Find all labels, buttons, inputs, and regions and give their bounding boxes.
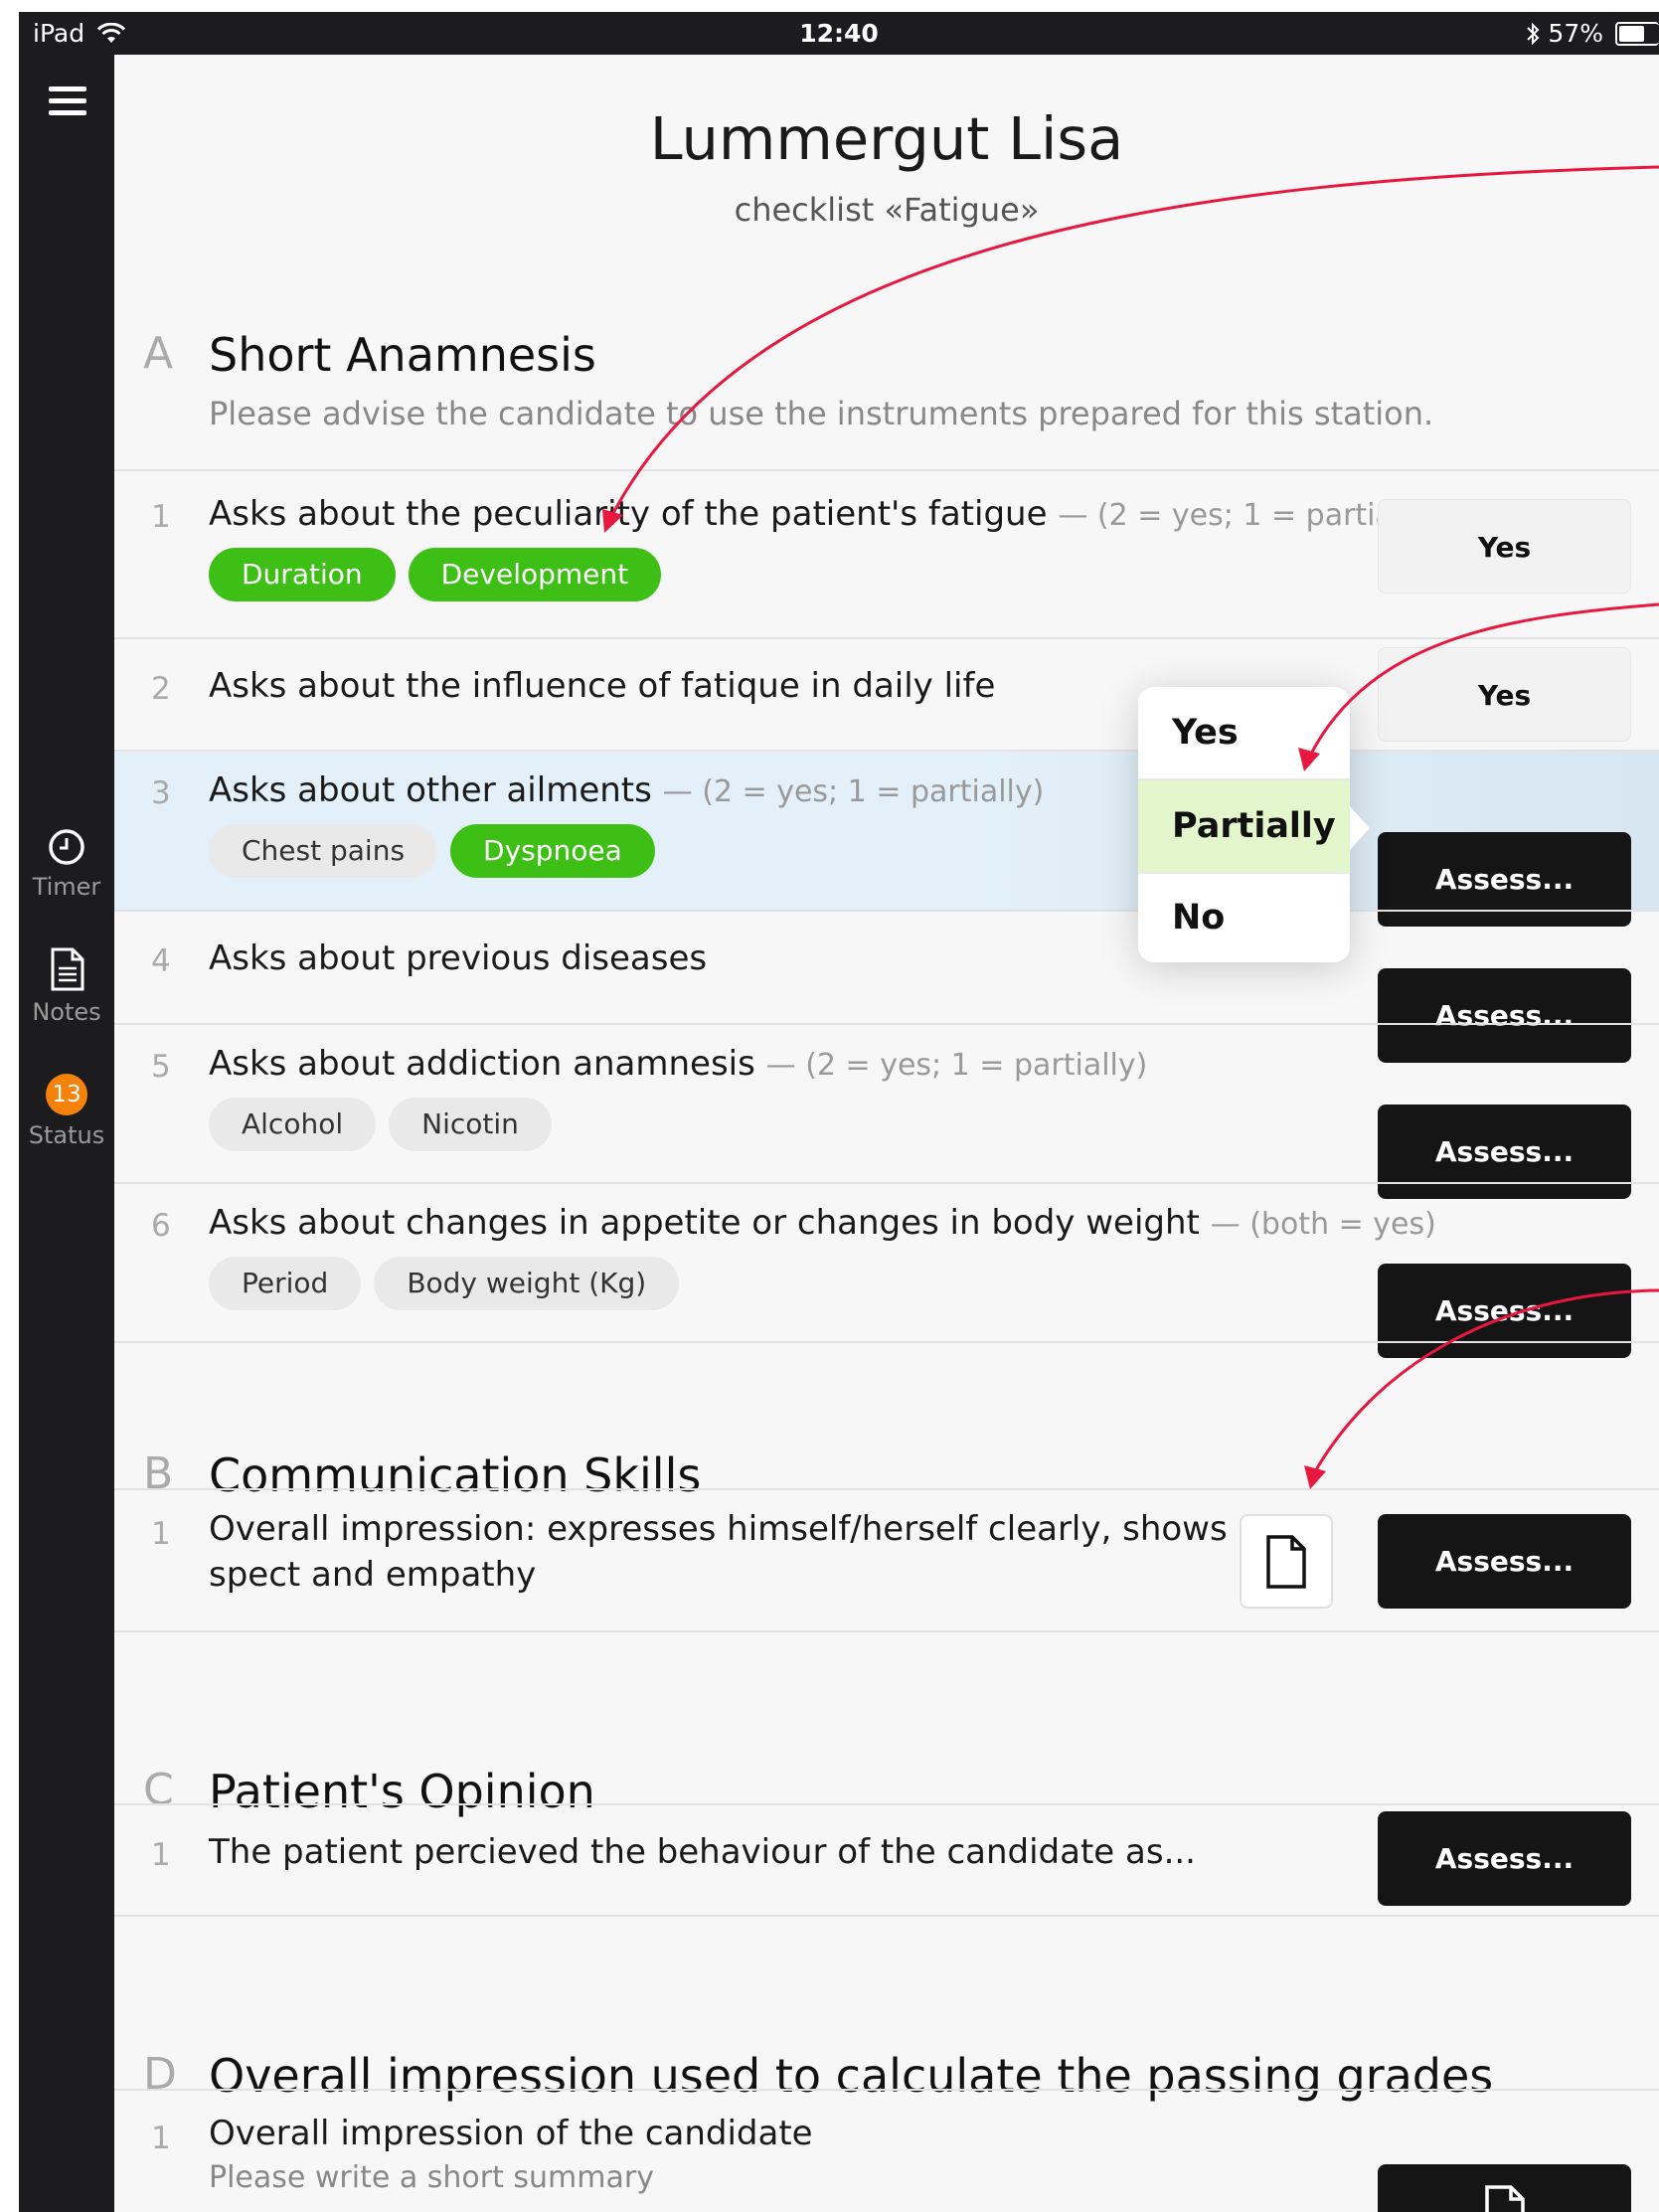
item-label: Asks about other ailments: [209, 770, 652, 810]
checklist-item: 2 Asks about the influence of fatique in…: [114, 637, 1659, 750]
assess-button[interactable]: Assess...: [1378, 1264, 1631, 1358]
sidebar-item-label: Status: [28, 1121, 105, 1149]
option-partially[interactable]: Partially: [1138, 780, 1350, 872]
chip-group: Period Body weight (Kg): [209, 1257, 680, 1310]
battery-percent: 57%: [1548, 19, 1603, 48]
item-text: The patient percieved the behaviour of t…: [209, 1832, 1196, 1872]
assess-button[interactable]: Yes: [1378, 499, 1631, 594]
item-hint: — (2 = yes; 1 = partially): [765, 1048, 1148, 1083]
divider: [114, 1630, 1659, 1632]
assess-button[interactable]: Yes: [1378, 647, 1631, 742]
item-number: 2: [151, 671, 171, 707]
sidebar: Timer Notes 13 Status: [19, 55, 114, 2212]
status-bar: iPad 12:40 57%: [19, 12, 1659, 55]
chip-nicotin[interactable]: Nicotin: [389, 1098, 552, 1151]
chip-group: Chest pains Dyspnoea: [209, 824, 655, 878]
item-text: Overall impression: expresses himself/he…: [209, 1506, 1284, 1598]
item-number: 1: [151, 1516, 171, 1552]
sidebar-item-notes[interactable]: Notes: [19, 946, 114, 1026]
item-label: Asks about addiction anamnesis: [209, 1044, 755, 1084]
item-number: 1: [151, 1837, 171, 1873]
item-number: 3: [151, 775, 171, 811]
write-summary-button[interactable]: [1378, 2164, 1631, 2212]
item-text: Asks about changes in appetite or change…: [209, 1200, 1436, 1248]
item-number: 1: [151, 499, 171, 535]
checklist-item: 1 Overall impression of the candidate Pl…: [114, 2089, 1659, 2212]
document-icon: [1484, 2184, 1525, 2212]
chip-group: Duration Development: [209, 548, 662, 601]
item-number: 5: [151, 1049, 171, 1085]
sidebar-item-label: Notes: [32, 998, 101, 1026]
item-hint: — (2 = yes; 1 = partially): [662, 774, 1045, 809]
assess-button[interactable]: Assess...: [1378, 1514, 1631, 1609]
clock-icon: [49, 829, 84, 865]
checklist-item: 6 Asks about changes in appetite or chan…: [114, 1182, 1659, 1358]
page-subtitle: checklist «Fatigue»: [734, 191, 1040, 229]
option-yes[interactable]: Yes: [1138, 687, 1350, 778]
document-icon: [51, 947, 84, 991]
item-label: Asks about changes in appetite or change…: [209, 1203, 1200, 1243]
chip-body-weight[interactable]: Body weight (Kg): [374, 1257, 680, 1310]
option-no[interactable]: No: [1138, 874, 1350, 962]
section-description: Please advise the candidate to use the i…: [209, 395, 1434, 432]
item-text: Asks about the influence of fatique in d…: [209, 666, 996, 706]
item-text: Asks about addiction anamnesis — (2 = ye…: [209, 1041, 1147, 1089]
clock: 12:40: [799, 19, 879, 48]
item-label-line2: spect and empathy: [209, 1555, 537, 1595]
item-text: Asks about the peculiarity of the patien…: [209, 491, 1439, 539]
item-number: 4: [151, 943, 171, 979]
chip-development[interactable]: Development: [408, 548, 662, 601]
divider: [114, 1341, 1659, 1343]
item-hint: — (both = yes): [1210, 1207, 1436, 1242]
chip-duration[interactable]: Duration: [209, 548, 396, 601]
checklist-item: 4 Asks about previous diseases Assess...: [114, 910, 1659, 1063]
chip-group: Alcohol Nicotin: [209, 1098, 552, 1151]
chip-chest-pains[interactable]: Chest pains: [209, 824, 438, 878]
checklist-item: 1 Asks about the peculiarity of the pati…: [114, 469, 1659, 637]
document-icon: [1266, 1534, 1306, 1589]
chip-alcohol[interactable]: Alcohol: [209, 1098, 377, 1151]
sidebar-item-label: Timer: [32, 873, 101, 901]
checklist-item-active: 3 Asks about other ailments — (2 = yes; …: [114, 750, 1659, 927]
item-label-line1: Overall impression: expresses himself/he…: [209, 1509, 1284, 1549]
item-text: Overall impression of the candidate: [209, 2114, 813, 2153]
sidebar-item-status[interactable]: 13 Status: [19, 1074, 114, 1149]
battery-icon: [1615, 21, 1659, 46]
chip-period[interactable]: Period: [209, 1257, 362, 1310]
item-number: 6: [151, 1208, 171, 1244]
section-title: Short Anamnesis: [209, 328, 596, 382]
divider: [114, 1915, 1659, 1917]
checklist-item: 1 The patient percieved the behaviour of…: [114, 1803, 1659, 1915]
item-subtext: Please write a short summary: [209, 2160, 654, 2195]
checklist-panel: Lummergut Lisa checklist «Fatigue» A Sho…: [114, 55, 1659, 2212]
chip-dyspnoea[interactable]: Dyspnoea: [450, 824, 655, 878]
add-note-button[interactable]: [1240, 1514, 1333, 1609]
bluetooth-icon: [1527, 22, 1540, 45]
page-title: Lummergut Lisa: [649, 104, 1124, 173]
assessment-popover: Yes Partially No: [1138, 687, 1370, 962]
hamburger-menu-icon[interactable]: [49, 86, 86, 118]
item-text: Asks about previous diseases: [209, 938, 708, 978]
checklist-item: 5 Asks about addiction anamnesis — (2 = …: [114, 1023, 1659, 1199]
assess-button[interactable]: Assess...: [1378, 1811, 1631, 1906]
checklist-item: 1 Overall impression: expresses himself/…: [114, 1488, 1659, 1630]
item-text: Asks about other ailments — (2 = yes; 1 …: [209, 767, 1044, 815]
sidebar-item-timer[interactable]: Timer: [19, 827, 114, 901]
section-letter: A: [143, 328, 174, 379]
status-count-badge: 13: [46, 1074, 87, 1115]
item-number: 1: [151, 2121, 171, 2156]
item-label: Asks about the peculiarity of the patien…: [209, 494, 1048, 534]
popover-arrow: [1350, 806, 1370, 850]
